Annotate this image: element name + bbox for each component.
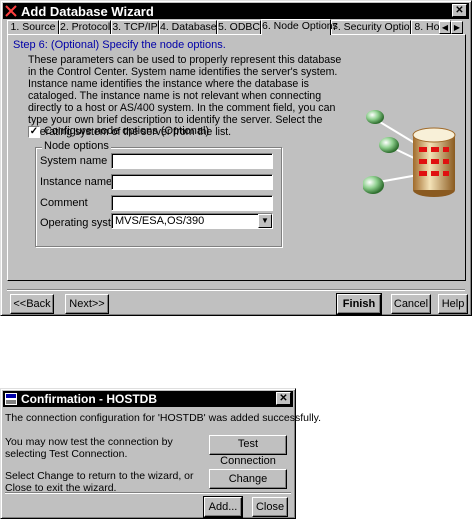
dialog-separator xyxy=(5,492,291,494)
close-button[interactable]: Close xyxy=(252,497,288,517)
change-message: Select Change to return to the wizard, o… xyxy=(5,470,194,494)
comment-field[interactable] xyxy=(111,195,273,211)
tab-security-options[interactable]: 7. Security Options xyxy=(331,20,421,35)
next-button[interactable]: Next>> xyxy=(65,294,109,314)
add-database-wizard-window: Add Database Wizard ✕ 1. Source 2. Proto… xyxy=(0,0,472,316)
bottom-separator xyxy=(7,289,465,291)
close-icon[interactable]: ✕ xyxy=(452,4,467,17)
operating-system-value: MVS/ESA,OS/390 xyxy=(115,215,205,227)
comment-label: Comment xyxy=(40,197,88,209)
instance-name-label: Instance name xyxy=(40,176,113,188)
wizard-title: Add Database Wizard xyxy=(21,3,154,19)
tab-tcpip[interactable]: 3. TCP/IP xyxy=(111,20,159,35)
tab-scroll-left-icon[interactable]: ◀ xyxy=(439,21,451,34)
tab-database[interactable]: 4. Database xyxy=(159,20,217,35)
change-button[interactable]: Change xyxy=(209,469,287,489)
database-network-illustration xyxy=(363,110,456,197)
cancel-button[interactable]: Cancel xyxy=(391,294,431,314)
finish-button[interactable]: Finish xyxy=(336,293,382,315)
confirmation-title-bar[interactable]: Confirmation - HOSTDB ✕ xyxy=(3,391,293,407)
system-name-field[interactable] xyxy=(111,153,273,169)
configure-node-options-checkbox[interactable]: ✓ xyxy=(28,126,40,138)
tab-source[interactable]: 1. Source xyxy=(7,20,59,35)
add-button[interactable]: Add... xyxy=(203,496,243,518)
step-heading: Step 6: (Optional) Specify the node opti… xyxy=(13,39,226,51)
app-icon xyxy=(5,393,17,405)
tab-odbc[interactable]: 5. ODBC xyxy=(217,20,261,35)
configure-node-options-label[interactable]: Configure node options (Optional) xyxy=(44,125,209,137)
test-connection-button[interactable]: Test Connection xyxy=(209,435,287,467)
help-button[interactable]: Help xyxy=(438,294,468,314)
chevron-down-icon[interactable]: ▼ xyxy=(258,214,272,228)
tab-node-options[interactable]: 6. Node Options xyxy=(261,19,338,35)
wizard-title-bar[interactable]: Add Database Wizard ✕ xyxy=(3,3,469,19)
wizard-tabs: 1. Source 2. Protocol 3. TCP/IP 4. Datab… xyxy=(7,19,465,35)
operating-system-select[interactable]: MVS/ESA,OS/390 ▼ xyxy=(111,213,273,229)
app-icon xyxy=(5,5,17,17)
node-options-group-label: Node options xyxy=(42,140,111,152)
tab-scroll-right-icon[interactable]: ▶ xyxy=(451,21,463,34)
confirmation-dialog: Confirmation - HOSTDB ✕ The connection c… xyxy=(0,388,321,519)
success-message: The connection configuration for 'HOSTDB… xyxy=(5,412,322,424)
system-name-label: System name xyxy=(40,155,108,167)
test-connection-message: You may now test the connection by selec… xyxy=(5,436,173,460)
tab-protocol[interactable]: 2. Protocol xyxy=(59,20,111,35)
confirmation-title: Confirmation - HOSTDB xyxy=(21,392,157,406)
close-icon[interactable]: ✕ xyxy=(276,392,291,405)
node-options-panel: Step 6: (Optional) Specify the node opti… xyxy=(7,34,466,281)
instance-name-field[interactable] xyxy=(111,174,273,190)
back-button[interactable]: <<Back xyxy=(10,294,54,314)
